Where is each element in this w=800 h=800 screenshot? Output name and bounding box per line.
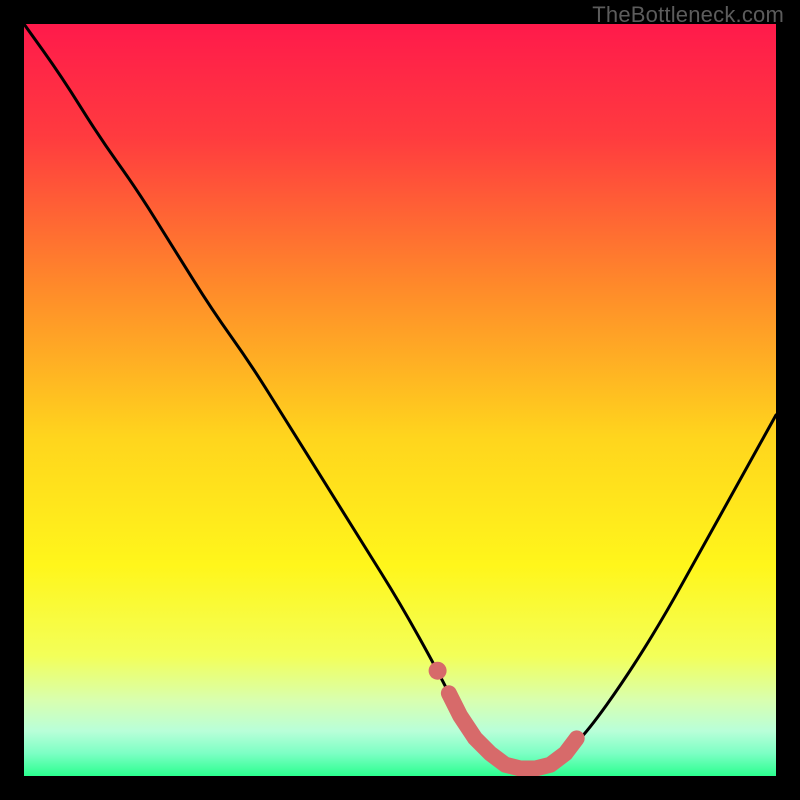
watermark-text: TheBottleneck.com <box>592 2 784 28</box>
plot-svg <box>24 24 776 776</box>
gradient-background <box>24 24 776 776</box>
chart-frame: TheBottleneck.com <box>0 0 800 800</box>
optimal-point-dot <box>429 662 447 680</box>
plot-area <box>24 24 776 776</box>
